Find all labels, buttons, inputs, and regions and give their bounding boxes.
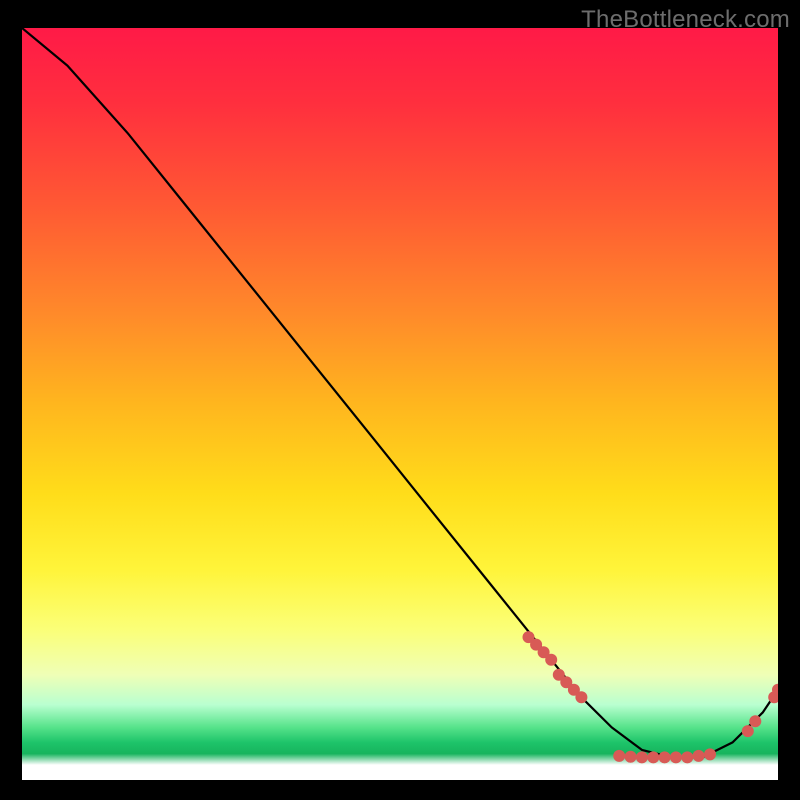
marker-dot xyxy=(749,715,761,727)
marker-dot xyxy=(670,751,682,763)
marker-dot xyxy=(647,751,659,763)
chart-overlay xyxy=(22,28,778,780)
marker-dot xyxy=(625,751,637,763)
marker-dot xyxy=(704,748,716,760)
marker-dot xyxy=(693,750,705,762)
chart-frame: TheBottleneck.com xyxy=(0,0,800,800)
marker-dot xyxy=(613,750,625,762)
marker-dot xyxy=(636,751,648,763)
marker-group xyxy=(523,631,779,763)
marker-dot xyxy=(681,751,693,763)
plot-area xyxy=(22,28,778,780)
marker-dot xyxy=(545,654,557,666)
marker-dot xyxy=(659,751,671,763)
bottleneck-curve-path xyxy=(22,28,778,757)
marker-dot xyxy=(742,725,754,737)
marker-dot xyxy=(575,691,587,703)
